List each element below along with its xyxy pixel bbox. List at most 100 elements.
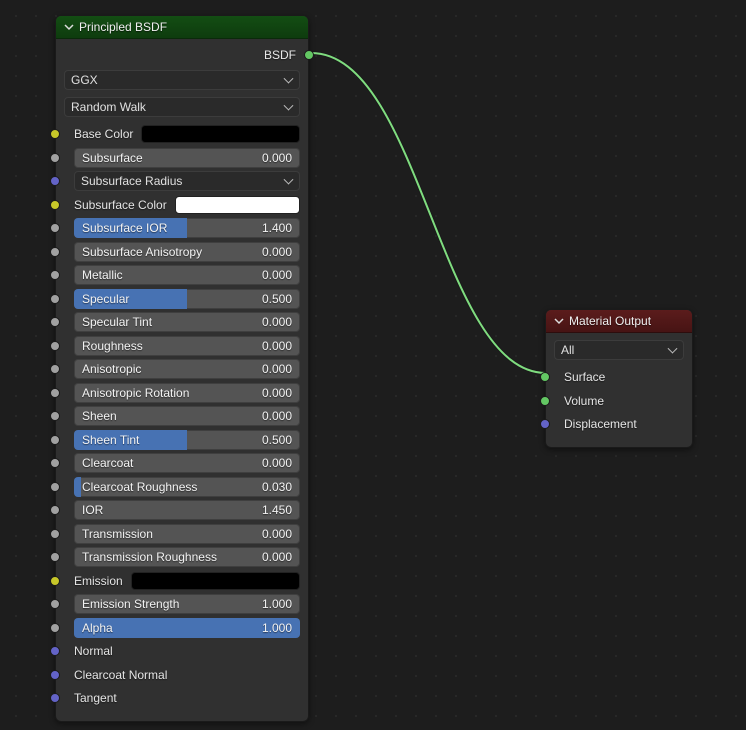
input-anisotropic[interactable]: Anisotropic0.000 (64, 358, 300, 380)
input-clearcoat-normal[interactable]: Clearcoat Normal (64, 664, 300, 686)
value-slider[interactable]: Transmission0.000 (74, 524, 300, 544)
socket-icon[interactable] (50, 388, 60, 398)
slider-value: 0.000 (262, 151, 292, 165)
socket-icon[interactable] (50, 623, 60, 633)
socket-icon[interactable] (50, 576, 60, 586)
socket-icon[interactable] (50, 223, 60, 233)
input-metallic[interactable]: Metallic0.000 (64, 264, 300, 286)
slider-label: Emission Strength (82, 597, 179, 611)
value-slider[interactable]: Subsurface Anisotropy0.000 (74, 242, 300, 262)
socket-icon[interactable] (50, 153, 60, 163)
socket-icon[interactable] (50, 599, 60, 609)
value-slider[interactable]: Clearcoat0.000 (74, 453, 300, 473)
node-material-output[interactable]: Material Output All Surface Volume Displ… (545, 309, 693, 448)
input-emission-strength[interactable]: Emission Strength1.000 (64, 593, 300, 615)
value-slider[interactable]: Anisotropic Rotation 0.000 (74, 383, 300, 403)
color-swatch[interactable] (131, 572, 300, 590)
slider-label: Specular Tint (82, 315, 152, 329)
slider-value: 0.030 (262, 480, 292, 494)
socket-icon[interactable] (50, 670, 60, 680)
value-slider[interactable]: IOR1.450 (74, 500, 300, 520)
input-clearcoat[interactable]: Clearcoat0.000 (64, 452, 300, 474)
socket-icon[interactable] (50, 270, 60, 280)
input-transmission[interactable]: Transmission0.000 (64, 523, 300, 545)
color-swatch[interactable] (141, 125, 300, 143)
input-tangent[interactable]: Tangent (64, 687, 300, 709)
value-slider[interactable]: Sheen0.000 (74, 406, 300, 426)
input-subsurface-color[interactable]: Subsurface Color (64, 194, 300, 216)
socket-icon[interactable] (50, 129, 60, 139)
input-sss-ior[interactable]: Subsurface IOR1.400 (64, 217, 300, 239)
socket-icon[interactable] (540, 372, 550, 382)
slider-value: 0.000 (262, 456, 292, 470)
socket-icon[interactable] (540, 419, 550, 429)
sss-method-dropdown[interactable]: Random Walk (64, 97, 300, 117)
input-transmission-rough[interactable]: Transmission Roughness0.000 (64, 546, 300, 568)
color-swatch[interactable] (175, 196, 300, 214)
node-header[interactable]: Material Output (546, 310, 692, 333)
value-slider[interactable]: Transmission Roughness0.000 (74, 547, 300, 567)
socket-icon[interactable] (50, 317, 60, 327)
input-emission[interactable]: Emission (64, 570, 300, 592)
output-socket-bsdf[interactable]: BSDF (64, 45, 300, 65)
socket-icon[interactable] (50, 341, 60, 351)
value-slider[interactable]: Clearcoat Roughness0.030 (74, 477, 300, 497)
slider-value: 1.400 (262, 221, 292, 235)
socket-icon[interactable] (50, 552, 60, 562)
socket-icon[interactable] (50, 646, 60, 656)
value-slider[interactable]: Specular0.500 (74, 289, 300, 309)
node-header[interactable]: Principled BSDF (56, 16, 308, 39)
slider-value: 0.000 (262, 386, 292, 400)
input-displacement[interactable]: Displacement (554, 413, 684, 435)
input-aniso-rot[interactable]: Anisotropic Rotation 0.000 (64, 382, 300, 404)
socket-icon[interactable] (50, 693, 60, 703)
input-sheen-tint[interactable]: Sheen Tint0.500 (64, 429, 300, 451)
input-specular[interactable]: Specular0.500 (64, 288, 300, 310)
value-slider[interactable]: Metallic0.000 (74, 265, 300, 285)
slider-label: Subsurface (82, 151, 143, 165)
input-surface[interactable]: Surface (554, 366, 684, 388)
dropdown-value: All (561, 343, 574, 357)
socket-icon[interactable] (50, 435, 60, 445)
socket-icon[interactable] (50, 176, 60, 186)
socket-icon[interactable] (50, 482, 60, 492)
input-alpha[interactable]: Alpha1.000 (64, 617, 300, 639)
value-slider[interactable]: Roughness0.000 (74, 336, 300, 356)
input-subsurface[interactable]: Subsurface 0.000 (64, 147, 300, 169)
value-slider[interactable]: Subsurface IOR1.400 (74, 218, 300, 238)
value-slider[interactable]: Emission Strength1.000 (74, 594, 300, 614)
value-slider[interactable]: Alpha1.000 (74, 618, 300, 638)
slider-value: 0.000 (262, 245, 292, 259)
input-base-color[interactable]: Base Color (64, 123, 300, 145)
socket-icon[interactable] (540, 396, 550, 406)
input-subsurface-radius[interactable]: Subsurface Radius (64, 170, 300, 192)
value-slider[interactable]: Sheen Tint0.500 (74, 430, 300, 450)
target-dropdown[interactable]: All (554, 340, 684, 360)
input-volume[interactable]: Volume (554, 390, 684, 412)
value-slider[interactable]: Specular Tint0.000 (74, 312, 300, 332)
socket-icon[interactable] (50, 505, 60, 515)
socket-icon[interactable] (50, 247, 60, 257)
input-normal[interactable]: Normal (64, 640, 300, 662)
socket-icon[interactable] (50, 458, 60, 468)
distribution-dropdown[interactable]: GGX (64, 70, 300, 90)
socket-icon[interactable] (50, 529, 60, 539)
slider-label: Anisotropic Rotation (82, 386, 189, 400)
socket-icon[interactable] (50, 200, 60, 210)
input-ior[interactable]: IOR1.450 (64, 499, 300, 521)
node-title: Material Output (569, 314, 651, 328)
input-specular-tint[interactable]: Specular Tint0.000 (64, 311, 300, 333)
socket-icon[interactable] (50, 294, 60, 304)
input-sss-aniso[interactable]: Subsurface Anisotropy0.000 (64, 241, 300, 263)
subsurface-radius-dropdown[interactable]: Subsurface Radius (74, 171, 300, 191)
node-principled-bsdf[interactable]: Principled BSDF BSDF GGX Random Walk Bas… (55, 15, 309, 722)
socket-icon[interactable] (304, 50, 314, 60)
socket-icon[interactable] (50, 364, 60, 374)
input-sheen[interactable]: Sheen0.000 (64, 405, 300, 427)
socket-icon[interactable] (50, 411, 60, 421)
slider-label: Anisotropic (82, 362, 141, 376)
input-clearcoat-rough[interactable]: Clearcoat Roughness0.030 (64, 476, 300, 498)
value-slider[interactable]: Subsurface 0.000 (74, 148, 300, 168)
value-slider[interactable]: Anisotropic0.000 (74, 359, 300, 379)
input-roughness[interactable]: Roughness0.000 (64, 335, 300, 357)
